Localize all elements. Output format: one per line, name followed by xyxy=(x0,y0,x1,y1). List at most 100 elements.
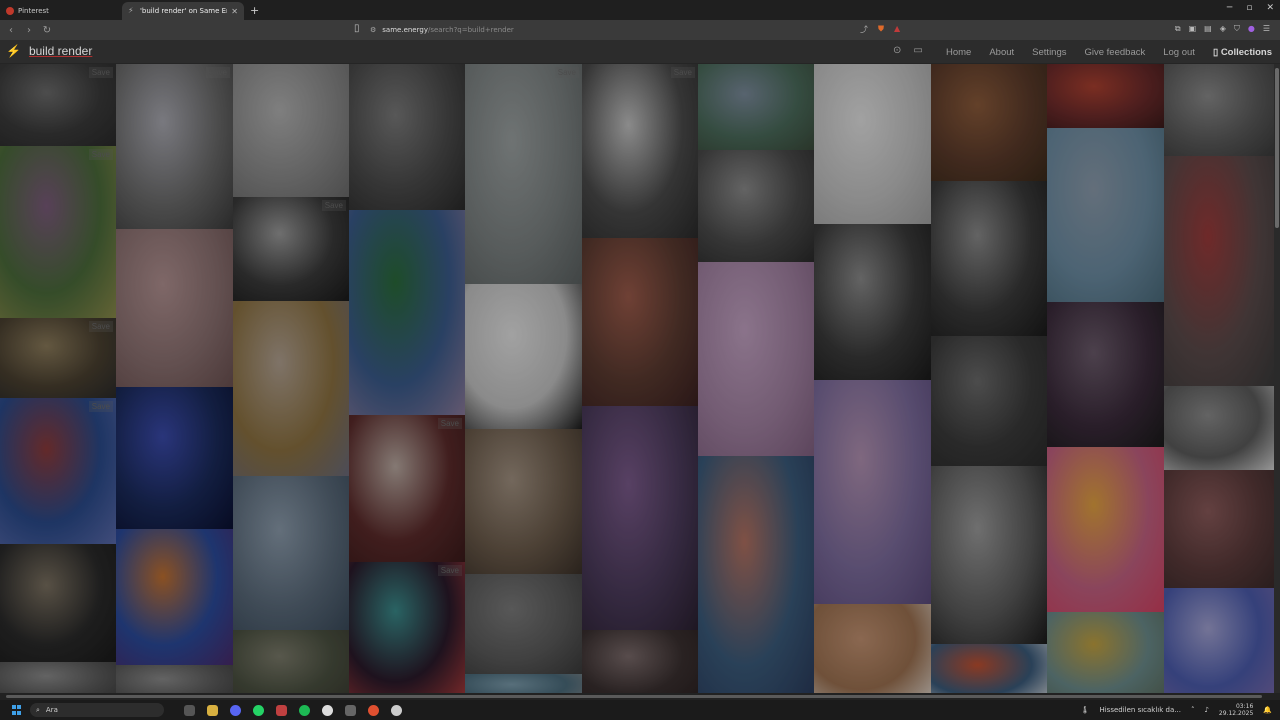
extension-icon[interactable]: ⧉ xyxy=(1175,24,1181,34)
image-tile-dark-figure[interactable] xyxy=(1047,302,1164,447)
nav-home[interactable]: Home xyxy=(946,47,971,58)
tab-pinterest[interactable]: Pinterest xyxy=(0,2,122,20)
tab-same-energy[interactable]: ⚡ 'build render' on Same Energy ✕ xyxy=(122,2,244,20)
brave-shield-icon[interactable]: ⛊ xyxy=(878,24,884,35)
image-tile-rooftop-bw[interactable] xyxy=(1164,64,1274,156)
filter-icon[interactable]: ⊙ xyxy=(893,45,901,56)
scrollbar-thumb[interactable] xyxy=(1275,68,1279,228)
image-tile-bw-tree[interactable] xyxy=(931,336,1047,466)
image-tile-protest-bw[interactable]: Save xyxy=(233,197,349,301)
image-tile-arch-church[interactable] xyxy=(465,429,582,574)
image-tile-lake-splash[interactable]: Save xyxy=(582,64,698,238)
sidebar-icon[interactable]: ▣ xyxy=(1189,24,1197,34)
image-tile-cloud-pastel[interactable] xyxy=(1164,588,1274,693)
search-bar[interactable]: ⚡ build render xyxy=(6,44,92,58)
reload-icon[interactable]: ↻ xyxy=(40,25,54,36)
save-button[interactable]: Save xyxy=(437,565,462,576)
image-tile-ruined-tower[interactable] xyxy=(465,574,582,674)
spotify-icon[interactable] xyxy=(299,704,310,716)
menu-icon[interactable]: ☰ xyxy=(1263,24,1270,34)
image-tile-line-drawing[interactable] xyxy=(814,64,931,224)
obs-icon[interactable] xyxy=(391,704,402,716)
image-tile-red-interior[interactable] xyxy=(1164,156,1274,386)
image-tile-pink-blur[interactable] xyxy=(698,262,814,456)
image-tile-koi-mosaic[interactable] xyxy=(931,644,1047,693)
save-button[interactable]: Save xyxy=(88,321,113,332)
image-tile-red-flowers[interactable] xyxy=(1047,64,1164,128)
nav-settings[interactable]: Settings xyxy=(1032,47,1066,58)
nav-log-out[interactable]: Log out xyxy=(1163,47,1195,58)
save-button[interactable]: Save xyxy=(88,67,113,78)
image-tile-beaded-curtain[interactable] xyxy=(582,630,698,693)
profile-icon[interactable]: ● xyxy=(1248,24,1255,34)
image-tile-purple-curtain[interactable] xyxy=(582,406,698,630)
scrollbar-thumb[interactable] xyxy=(6,695,1262,698)
brave-rewards-icon[interactable]: ▲ xyxy=(894,24,900,35)
image-tile-neon-street[interactable]: Save xyxy=(349,562,465,693)
minimize-icon[interactable]: ─ xyxy=(1227,3,1232,13)
image-tile-highway-city[interactable] xyxy=(349,64,465,210)
share-icon[interactable]: ⤴ xyxy=(860,24,868,35)
close-icon[interactable]: ✕ xyxy=(1266,3,1274,13)
image-tile-painting-sofa[interactable] xyxy=(582,238,698,406)
image-tile-bw-hands[interactable] xyxy=(698,150,814,262)
image-tile-pop-art-woman[interactable] xyxy=(1047,447,1164,612)
vpn-icon[interactable]: ⛉ xyxy=(1234,24,1240,34)
volume-icon[interactable]: ♪ xyxy=(1204,706,1208,714)
image-tile-bicycles[interactable] xyxy=(1164,470,1274,588)
image-tile-floral-purple[interactable] xyxy=(814,380,931,604)
image-tile-city-skyline[interactable] xyxy=(349,210,465,415)
image-tile-ocean-sunset[interactable] xyxy=(698,456,814,693)
bookmark-icon[interactable]: ▯ xyxy=(354,23,360,34)
image-tile-silhouette-white[interactable] xyxy=(465,284,582,429)
upload-image-icon[interactable]: ▭ xyxy=(913,45,922,56)
image-tile-shadow-camera[interactable] xyxy=(931,466,1047,644)
image-tile-leaf-pattern[interactable]: Save xyxy=(349,415,465,562)
address-bar[interactable]: ⚙ same.energy /search?q=build+render xyxy=(370,23,910,37)
nav-about[interactable]: About xyxy=(989,47,1014,58)
weather-icon[interactable]: 🌡 xyxy=(1081,706,1090,714)
image-tile-grey-top-model[interactable] xyxy=(1164,386,1274,470)
app-icon[interactable] xyxy=(322,704,333,716)
image-tile-stormy-clouds[interactable]: Save xyxy=(0,64,116,146)
image-tile-bw-child[interactable] xyxy=(814,224,931,380)
image-tile-yellow-car-collage[interactable] xyxy=(1047,612,1164,693)
image-tile-tree-sky[interactable] xyxy=(698,64,814,150)
vertical-scrollbar[interactable] xyxy=(1274,64,1280,693)
search-query[interactable]: build render xyxy=(29,44,92,58)
image-tile-foggy-tower[interactable]: Save xyxy=(465,64,582,284)
wallet-icon[interactable]: ▤ xyxy=(1204,24,1212,34)
save-button[interactable]: Save xyxy=(554,67,579,78)
brave-icon[interactable] xyxy=(368,704,379,716)
windows-start-icon[interactable] xyxy=(12,705,22,715)
site-info-icon[interactable]: ⚙ xyxy=(370,26,376,34)
notifications-icon[interactable]: 🔔 xyxy=(1263,706,1272,714)
nav-collections[interactable]: ▯ Collections xyxy=(1213,47,1272,58)
discord-icon[interactable] xyxy=(230,704,241,716)
save-button[interactable]: Save xyxy=(321,200,346,211)
image-tile-blue-skeleton[interactable] xyxy=(116,387,233,529)
save-button[interactable]: Save xyxy=(670,67,695,78)
taskbar-search[interactable]: ⌕ Ara xyxy=(30,703,164,717)
clock[interactable]: 03:16 29.12.2025 xyxy=(1219,703,1253,717)
image-tile-last-col1[interactable] xyxy=(0,662,116,693)
close-tab-icon[interactable]: ✕ xyxy=(231,7,238,16)
app-icon[interactable] xyxy=(276,704,287,716)
image-tile-abstract-head[interactable]: Save xyxy=(0,398,116,544)
back-icon[interactable]: ‹ xyxy=(4,25,18,36)
weather-text[interactable]: Hissedilen sıcaklık da... xyxy=(1099,706,1180,714)
image-tile-statues-dome[interactable]: Save xyxy=(116,64,233,229)
image-tile-umbrella-bridge[interactable] xyxy=(233,64,349,197)
maximize-icon[interactable]: ▫ xyxy=(1246,3,1252,13)
save-button[interactable]: Save xyxy=(437,418,462,429)
leo-icon[interactable]: ◈ xyxy=(1220,24,1226,34)
lightning-icon[interactable]: ⚡ xyxy=(6,44,21,58)
image-tile-tan-dress[interactable] xyxy=(814,604,931,693)
save-button[interactable]: Save xyxy=(88,149,113,160)
save-button[interactable]: Save xyxy=(88,401,113,412)
plus-icon[interactable]: + xyxy=(250,4,259,17)
image-tile-pebbles-blue[interactable] xyxy=(233,476,349,630)
image-tile-psychedelic-art[interactable] xyxy=(116,529,233,665)
image-tile-desert-cactus[interactable]: Save xyxy=(0,146,116,318)
horizontal-scrollbar[interactable] xyxy=(0,693,1280,700)
